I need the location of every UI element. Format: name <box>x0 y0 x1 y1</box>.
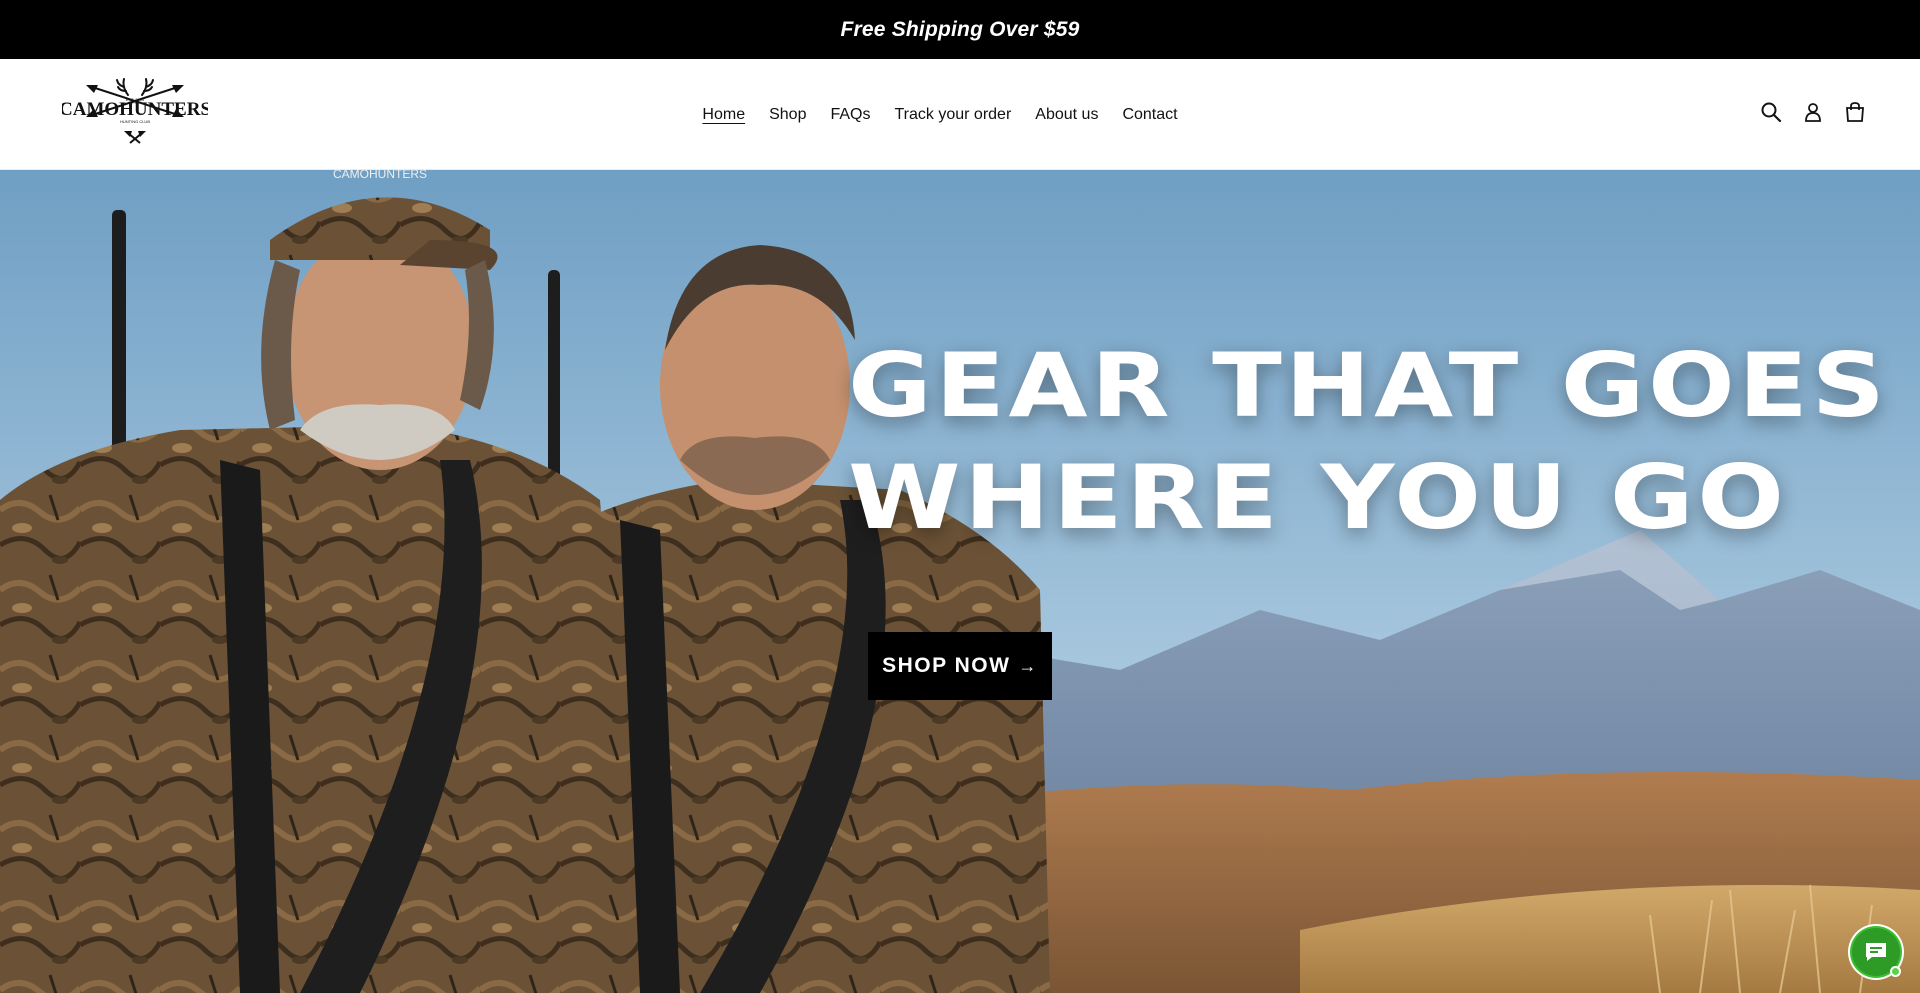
online-status-dot <box>1890 966 1901 977</box>
svg-text:HUNTING CLUB: HUNTING CLUB <box>120 119 150 124</box>
header-icons <box>1758 99 1868 125</box>
nav-about-us[interactable]: About us <box>1023 105 1110 125</box>
nav-track-order[interactable]: Track your order <box>883 105 1024 125</box>
announcement-bar: Free Shipping Over $59 <box>0 0 1920 59</box>
hero-banner: CAMOHUNTERS GEAR THAT GOES WHERE YOU GO … <box>0 170 1920 993</box>
hero-headline-line2: WHERE YOU GO <box>848 446 1788 549</box>
logo[interactable]: EST. 2000 CAMOHUNTERS HUNTING CLUB <box>59 77 211 151</box>
chat-launcher-button[interactable] <box>1848 924 1904 980</box>
site-header: EST. 2000 CAMOHUNTERS HUNTING CLUB Home … <box>0 59 1920 170</box>
cap-logo-text: CAMOHUNTERS <box>333 170 427 181</box>
account-icon[interactable] <box>1800 99 1826 125</box>
announcement-text: Free Shipping Over $59 <box>840 17 1080 41</box>
cart-icon[interactable] <box>1842 99 1868 125</box>
main-nav: Home Shop FAQs Track your order About us… <box>0 59 1920 170</box>
nav-contact[interactable]: Contact <box>1110 105 1189 125</box>
shop-now-label: SHOP NOW <box>882 654 1011 677</box>
logo-icon: EST. 2000 CAMOHUNTERS HUNTING CLUB <box>59 78 211 144</box>
nav-faqs[interactable]: FAQs <box>818 105 882 125</box>
svg-text:CAMOHUNTERS: CAMOHUNTERS <box>62 99 208 120</box>
nav-shop[interactable]: Shop <box>757 105 818 125</box>
hero-image: CAMOHUNTERS <box>0 170 1920 993</box>
arrow-right-icon: → <box>1018 655 1038 676</box>
nav-home[interactable]: Home <box>690 105 757 125</box>
shop-now-button[interactable]: SHOP NOW → <box>868 632 1052 700</box>
hero-headline: GEAR THAT GOES WHERE YOU GO <box>848 330 1920 554</box>
hero-headline-line1: GEAR THAT GOES <box>848 334 1889 437</box>
search-icon[interactable] <box>1758 99 1784 125</box>
